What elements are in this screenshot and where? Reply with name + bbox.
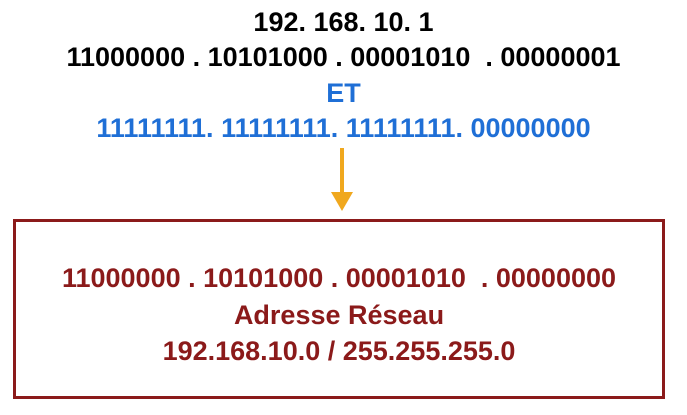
network-address-label: Adresse Réseau — [233, 300, 445, 330]
ip-address-decimal: 192. 168. 10. 1 — [253, 7, 434, 37]
network-address-binary: 11000000 . 10101000 . 00001010 . 0000000… — [61, 263, 617, 293]
network-address-result-box: 11000000 . 10101000 . 00001010 . 0000000… — [13, 219, 665, 399]
down-arrow-icon — [331, 148, 353, 211]
subnet-mask-binary-ones: 11111111. 11111111. 11111111. — [96, 113, 471, 143]
and-operator-label: ET — [326, 78, 361, 108]
network-address-with-mask: 192.168.10.0 / 255.255.255.0 — [162, 336, 516, 366]
subnet-mask-binary: 11111111. 11111111. 11111111. 00000000 — [0, 115, 687, 142]
diagram-canvas: { "colors": { "input_text": "#000000", "… — [0, 0, 687, 415]
ip-address-binary: 11000000 . 10101000 . 00001010 . 0000000… — [66, 42, 621, 72]
subnet-mask-binary-zeros: 00000000 — [470, 113, 591, 143]
